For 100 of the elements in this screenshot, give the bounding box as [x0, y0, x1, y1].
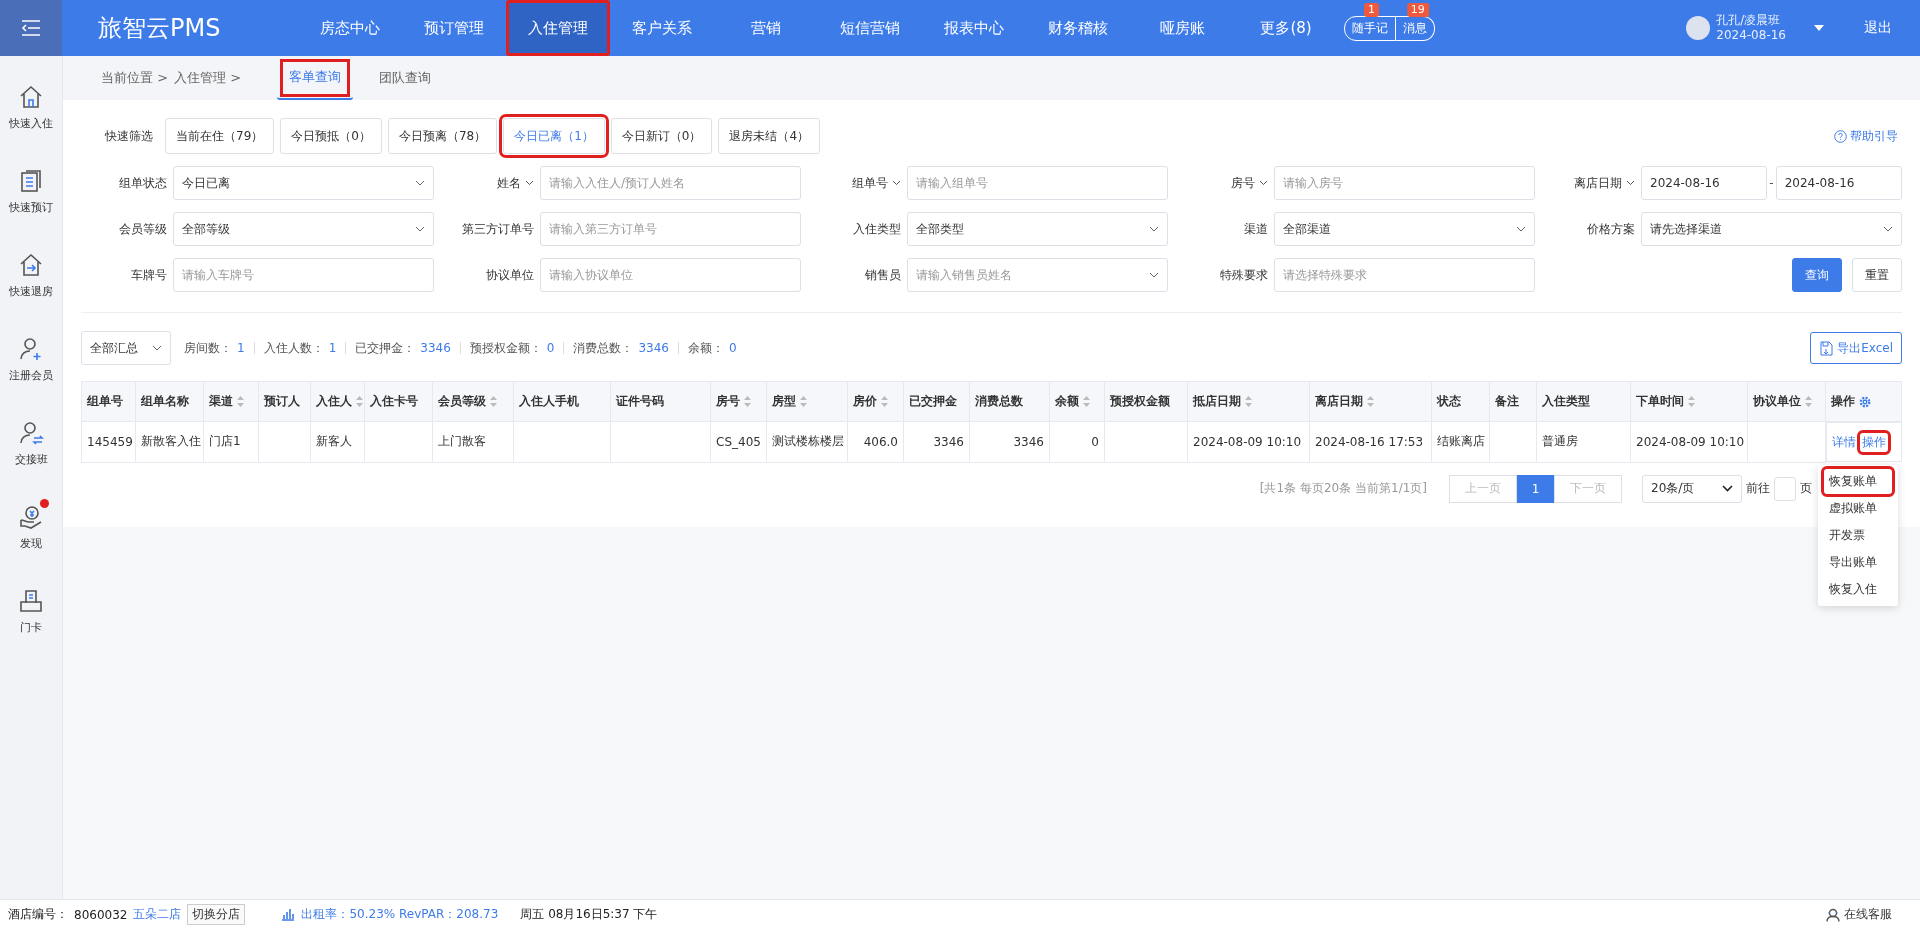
chevron-down-icon: [415, 226, 425, 232]
input-field[interactable]: 请输入车牌号: [173, 258, 434, 292]
page-input[interactable]: [1774, 476, 1796, 501]
select-field[interactable]: 全部渠道: [1274, 212, 1535, 246]
row-action-link[interactable]: 详情: [1832, 433, 1856, 451]
stat-value: 0: [729, 341, 737, 355]
home-icon: [18, 84, 44, 110]
input-field[interactable]: 请选择特殊要求: [1274, 258, 1535, 292]
table-cell: 结账离店: [1437, 434, 1485, 449]
settings-icon[interactable]: [1859, 395, 1871, 408]
chevron-down-icon[interactable]: [1626, 180, 1635, 186]
stat-value: 3346: [420, 341, 451, 355]
column-header: 渠道: [209, 393, 233, 410]
sidebar-item[interactable]: 门卡: [11, 583, 51, 635]
search-button[interactable]: 查询: [1792, 258, 1842, 292]
input-field[interactable]: 请输入第三方订单号: [540, 212, 801, 246]
table-cell: 新散客入住: [141, 434, 201, 449]
row-action-link[interactable]: 操作: [1860, 432, 1888, 452]
date-field[interactable]: 2024-08-16: [1641, 166, 1768, 200]
sort-icon[interactable]: [1805, 396, 1812, 407]
summary-select[interactable]: 全部汇总: [81, 331, 171, 365]
input-field[interactable]: 请输入组单号: [907, 166, 1168, 200]
nav-item[interactable]: 短信营销: [818, 0, 922, 56]
column-header: 预订人: [264, 393, 300, 410]
sidebar-item[interactable]: 交接班: [11, 415, 51, 467]
quick-filter-button[interactable]: 退房未结（4）: [718, 118, 821, 154]
select-field[interactable]: 全部类型: [907, 212, 1168, 246]
field-label: 协议单位: [486, 266, 534, 284]
quick-filter-button[interactable]: 当前在住（79）: [165, 118, 275, 154]
nav-item[interactable]: 入住管理: [506, 0, 610, 56]
sort-icon[interactable]: [1688, 396, 1695, 407]
chevron-down-icon[interactable]: [1259, 180, 1268, 186]
logout-link[interactable]: 退出: [1864, 19, 1892, 37]
menu-item[interactable]: 恢复账单: [1824, 468, 1892, 494]
tab[interactable]: 团队查询: [367, 56, 444, 100]
table-cell: 0: [1091, 434, 1099, 449]
chevron-down-icon[interactable]: [525, 180, 534, 186]
input-field[interactable]: 请输入房号: [1274, 166, 1535, 200]
tab[interactable]: 客单查询: [277, 56, 354, 100]
sort-icon[interactable]: [744, 396, 751, 407]
sidebar-item[interactable]: 快速退房: [9, 247, 53, 299]
field-label: 离店日期: [1574, 174, 1622, 192]
menu-item[interactable]: 导出账单: [1824, 549, 1892, 575]
sidebar-item[interactable]: 快速预订: [9, 163, 53, 215]
menu-item[interactable]: 恢复入住: [1824, 576, 1892, 602]
table-cell: 新客人: [316, 434, 352, 449]
input-field[interactable]: 请输入协议单位: [540, 258, 801, 292]
count-badge: 19: [1406, 2, 1429, 17]
quick-filter-button[interactable]: 今日预离（78）: [387, 118, 498, 154]
house-arrow-icon: [18, 252, 44, 278]
notification-dot: [40, 499, 49, 508]
user-icon: [1826, 907, 1840, 922]
field-label: 价格方案: [1587, 220, 1635, 238]
quick-filter-button[interactable]: 今日预抵（0）: [280, 118, 382, 154]
column-header: 备注: [1495, 393, 1519, 410]
page-button[interactable]: 1: [1517, 474, 1554, 503]
nav-item[interactable]: 客户关系: [610, 0, 714, 56]
column-header: 入住人手机: [519, 393, 579, 410]
breadcrumb-text: 当前位置 >: [101, 69, 169, 87]
nav-item[interactable]: 哑房账: [1130, 0, 1234, 56]
export-button[interactable]: 导出Excel: [1810, 332, 1902, 364]
nav-item[interactable]: 更多(8): [1234, 0, 1338, 56]
nav-item[interactable]: 财务稽核: [1026, 0, 1130, 56]
sidebar-item[interactable]: 发现: [11, 499, 51, 551]
stat-value: 1: [237, 341, 245, 355]
nav-item[interactable]: 营销: [714, 0, 818, 56]
sort-icon[interactable]: [1083, 396, 1090, 407]
page-size-select[interactable]: 20条/页: [1642, 474, 1742, 503]
table-cell: 普通房: [1542, 434, 1578, 449]
column-header: 组单名称: [141, 393, 189, 410]
nav-item[interactable]: 预订管理: [402, 0, 506, 56]
caret-icon[interactable]: [1814, 25, 1824, 31]
nav-item[interactable]: 房态中心: [298, 0, 402, 56]
sort-icon[interactable]: [490, 396, 497, 407]
sidebar-item[interactable]: 快速入住: [9, 79, 53, 131]
sort-icon[interactable]: [881, 396, 888, 407]
sort-icon[interactable]: [237, 396, 244, 407]
branch-link[interactable]: 五朵二店: [133, 906, 182, 923]
date-field[interactable]: 2024-08-16: [1775, 166, 1902, 200]
switch-branch-button[interactable]: 切换分店: [187, 904, 246, 925]
user-date: 2024-08-16: [1716, 28, 1786, 43]
customer-service-link[interactable]: 在线客服: [1826, 906, 1892, 923]
select-field[interactable]: 全部等级: [173, 212, 434, 246]
nav-item[interactable]: 报表中心: [922, 0, 1026, 56]
menu-button[interactable]: [0, 0, 62, 56]
menu-item[interactable]: 开发票: [1824, 522, 1892, 548]
table-cell: 门店1: [209, 434, 241, 449]
column-header: 房号: [716, 393, 740, 410]
input-field[interactable]: 请输入入住人/预订人姓名: [540, 166, 801, 200]
quick-filter-button[interactable]: 今日新订（0）: [610, 118, 713, 154]
menu-item[interactable]: 虚拟账单: [1824, 495, 1892, 521]
chevron-down-icon[interactable]: [892, 180, 901, 186]
reset-button[interactable]: 重置: [1852, 258, 1902, 292]
sidebar-item[interactable]: 注册会员: [9, 331, 53, 383]
sort-icon[interactable]: [1245, 396, 1252, 407]
sort-icon[interactable]: [1367, 396, 1374, 407]
select-field[interactable]: 今日已离: [173, 166, 434, 200]
select-field[interactable]: 请先选择渠道: [1641, 212, 1902, 246]
help-link[interactable]: 帮助引导: [1834, 127, 1898, 145]
sort-icon[interactable]: [800, 396, 807, 407]
